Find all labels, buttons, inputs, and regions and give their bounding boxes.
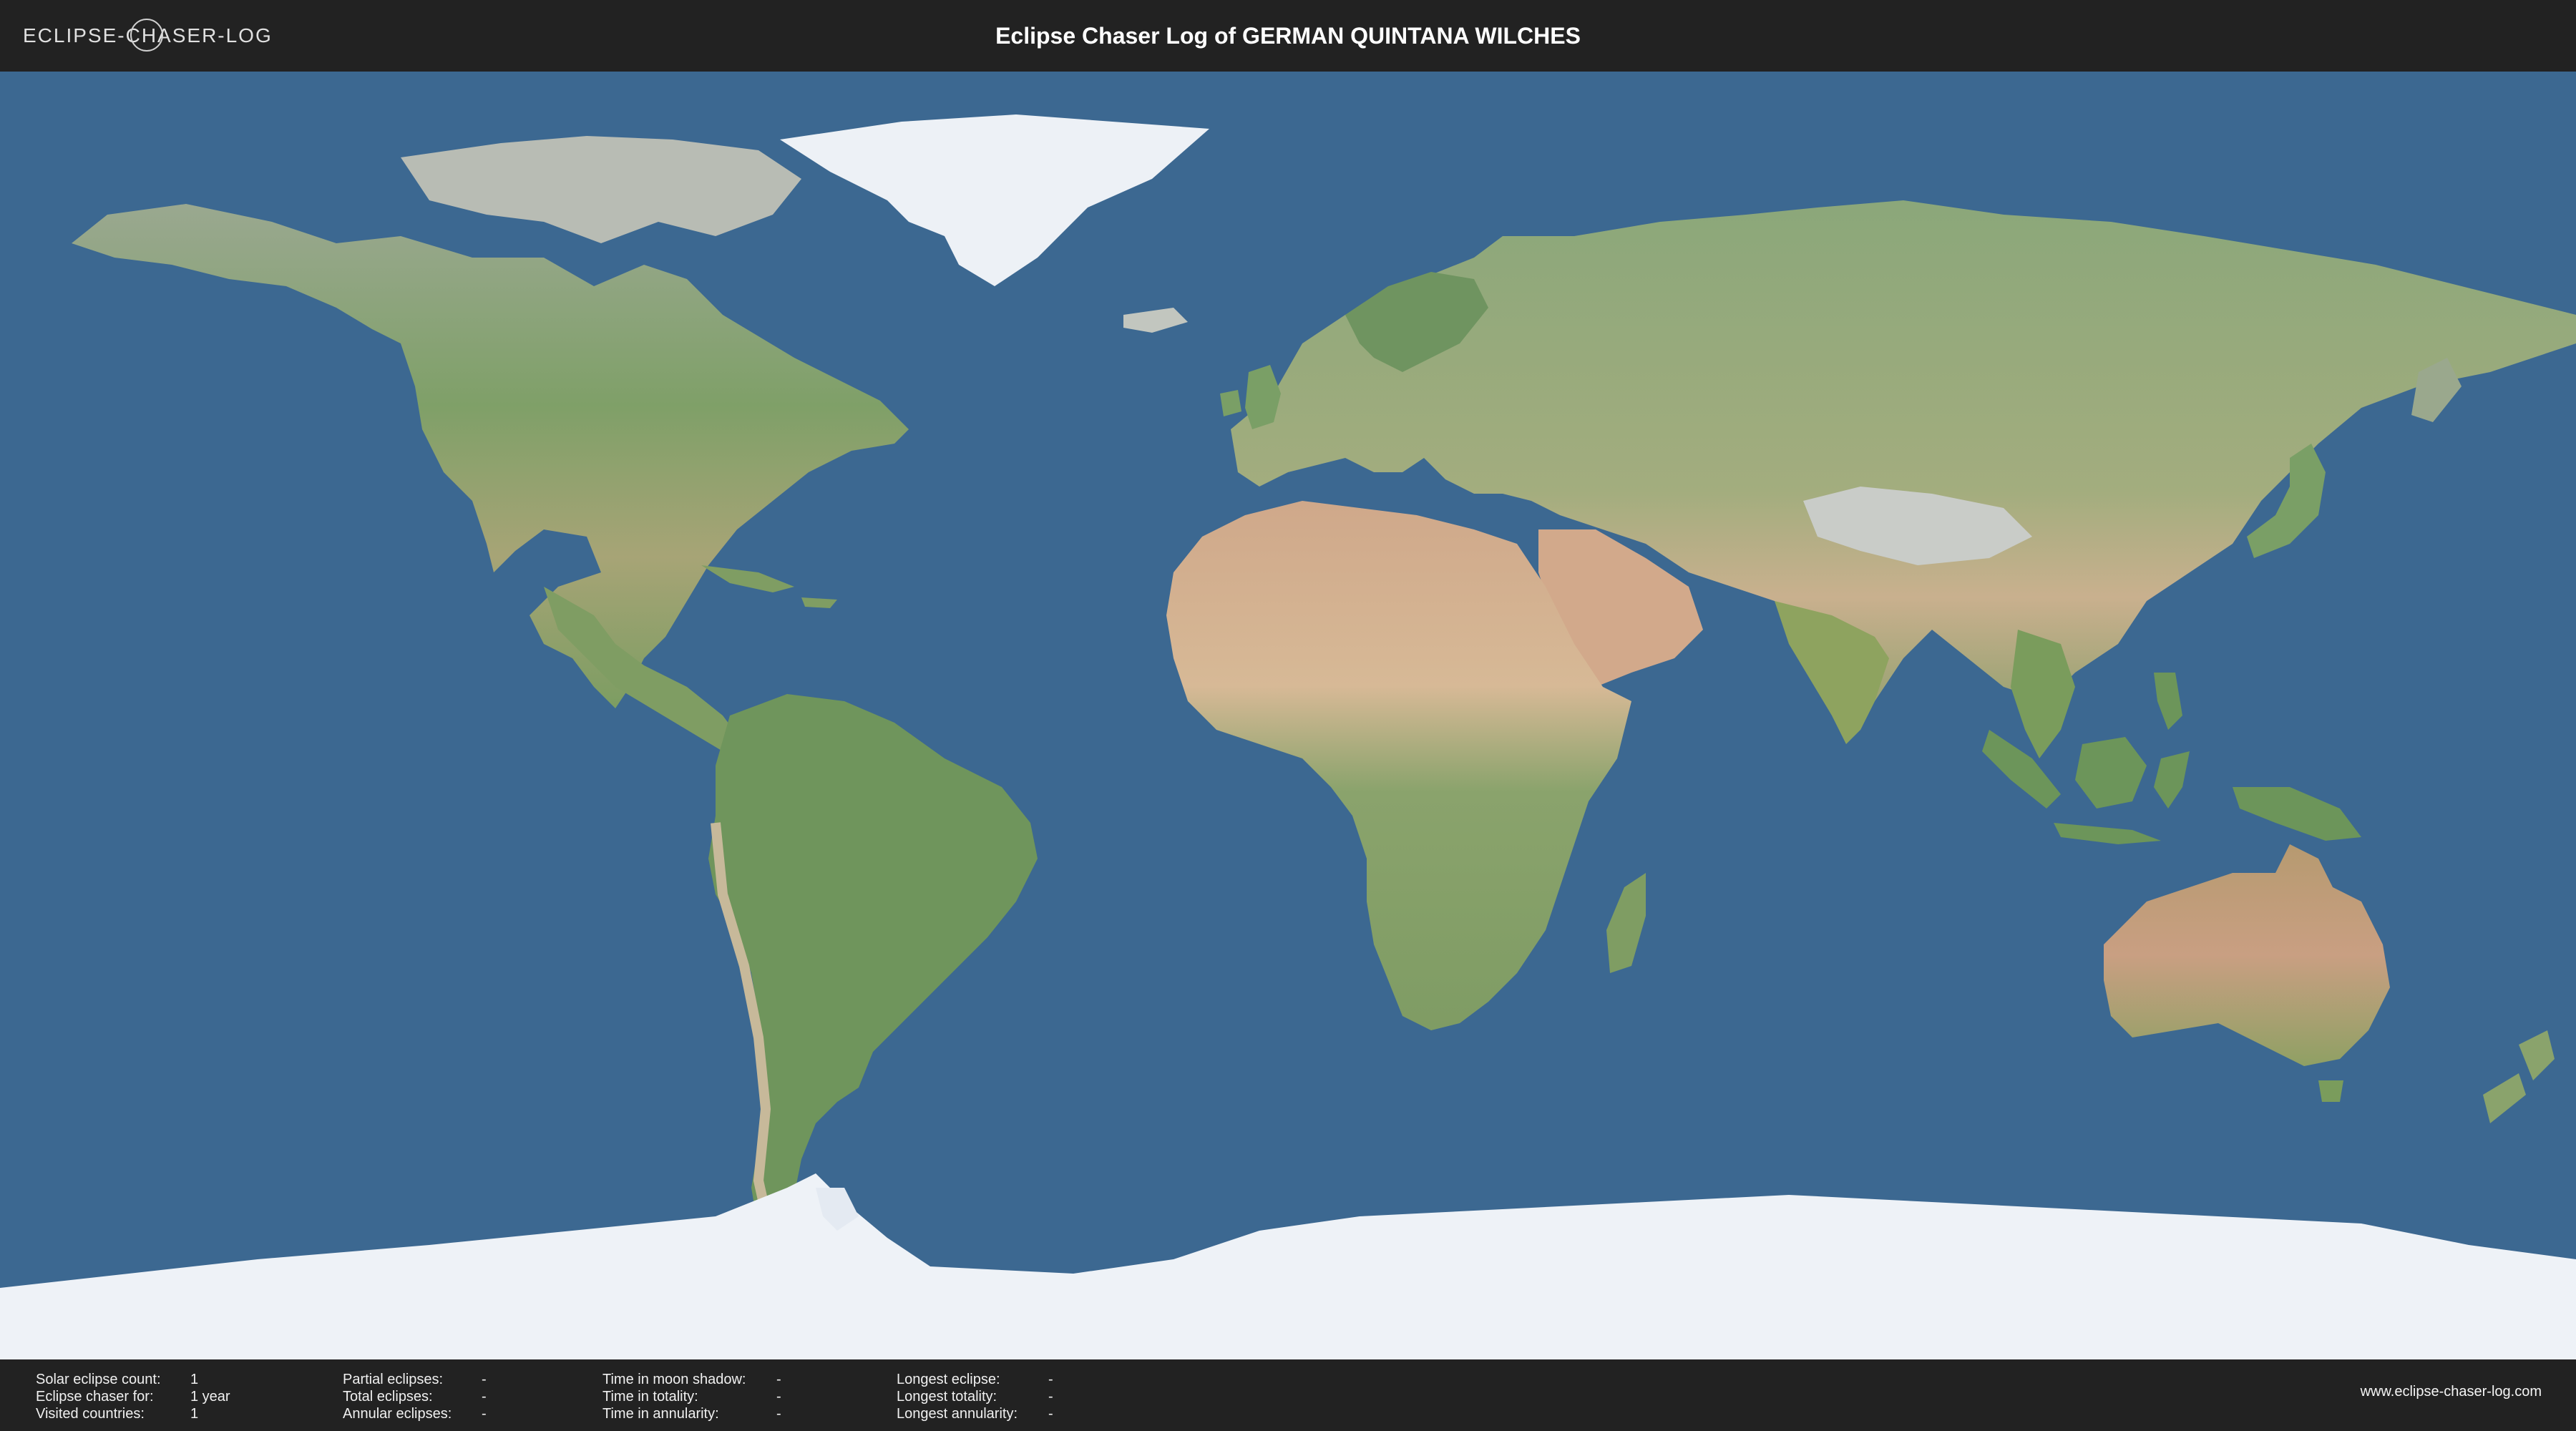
world-map-svg bbox=[0, 114, 2576, 1359]
stat-label: Eclipse chaser for: bbox=[36, 1389, 154, 1405]
java bbox=[2054, 823, 2161, 844]
stat-label: Longest annularity: bbox=[897, 1406, 1018, 1422]
stat-label: Time in totality: bbox=[602, 1389, 698, 1405]
stat-value: - bbox=[1048, 1406, 1053, 1422]
stat-label: Annular eclipses: bbox=[343, 1406, 452, 1422]
stat-value: - bbox=[482, 1389, 487, 1405]
stat-label: Longest totality: bbox=[897, 1389, 997, 1405]
page-title: Eclipse Chaser Log of GERMAN QUINTANA WI… bbox=[995, 23, 1581, 49]
greenland bbox=[780, 114, 1209, 286]
stat-label: Total eclipses: bbox=[343, 1389, 433, 1405]
stat-label: Solar eclipse count: bbox=[36, 1372, 161, 1387]
header-bar: ECLIPSE-CHASER-LOG Eclipse Chaser Log of… bbox=[0, 0, 2576, 72]
stat-value: 1 year bbox=[190, 1389, 230, 1405]
new-guinea bbox=[2233, 787, 2361, 841]
ireland bbox=[1220, 390, 1241, 416]
stat-value: 1 bbox=[190, 1406, 199, 1422]
stat-label: Partial eclipses: bbox=[343, 1372, 444, 1387]
stat-value: - bbox=[776, 1389, 781, 1405]
australia bbox=[2104, 844, 2390, 1066]
stat-value: - bbox=[1048, 1372, 1053, 1387]
stat-value: - bbox=[482, 1406, 487, 1422]
canadian-arctic-islands bbox=[401, 136, 801, 243]
borneo bbox=[2075, 737, 2147, 809]
sulawesi bbox=[2154, 751, 2190, 809]
stat-label: Time in annularity: bbox=[602, 1406, 719, 1422]
stat-value: 1 bbox=[190, 1372, 199, 1387]
iceland bbox=[1123, 308, 1188, 333]
world-map[interactable] bbox=[0, 72, 2576, 1359]
north-america bbox=[72, 204, 909, 708]
stat-label: Time in moon shadow: bbox=[602, 1372, 746, 1387]
stat-value: - bbox=[482, 1372, 487, 1387]
hispaniola bbox=[801, 597, 837, 608]
new-zealand-south bbox=[2483, 1073, 2526, 1123]
madagascar bbox=[1606, 873, 1646, 973]
stat-label: Longest eclipse: bbox=[897, 1372, 1000, 1387]
stat-value: - bbox=[776, 1406, 781, 1422]
cuba bbox=[701, 565, 794, 592]
website-link[interactable]: www.eclipse-chaser-log.com bbox=[2361, 1384, 2542, 1400]
tasmania bbox=[2318, 1080, 2343, 1102]
stat-value: - bbox=[1048, 1389, 1053, 1405]
antarctica bbox=[0, 1173, 2576, 1359]
philippines bbox=[2154, 673, 2182, 730]
stat-label: Visited countries: bbox=[36, 1406, 145, 1422]
stat-value: - bbox=[776, 1372, 781, 1387]
new-zealand-north bbox=[2519, 1030, 2555, 1080]
footer-stats-bar: Solar eclipse count: 1 Eclipse chaser fo… bbox=[0, 1359, 2576, 1431]
